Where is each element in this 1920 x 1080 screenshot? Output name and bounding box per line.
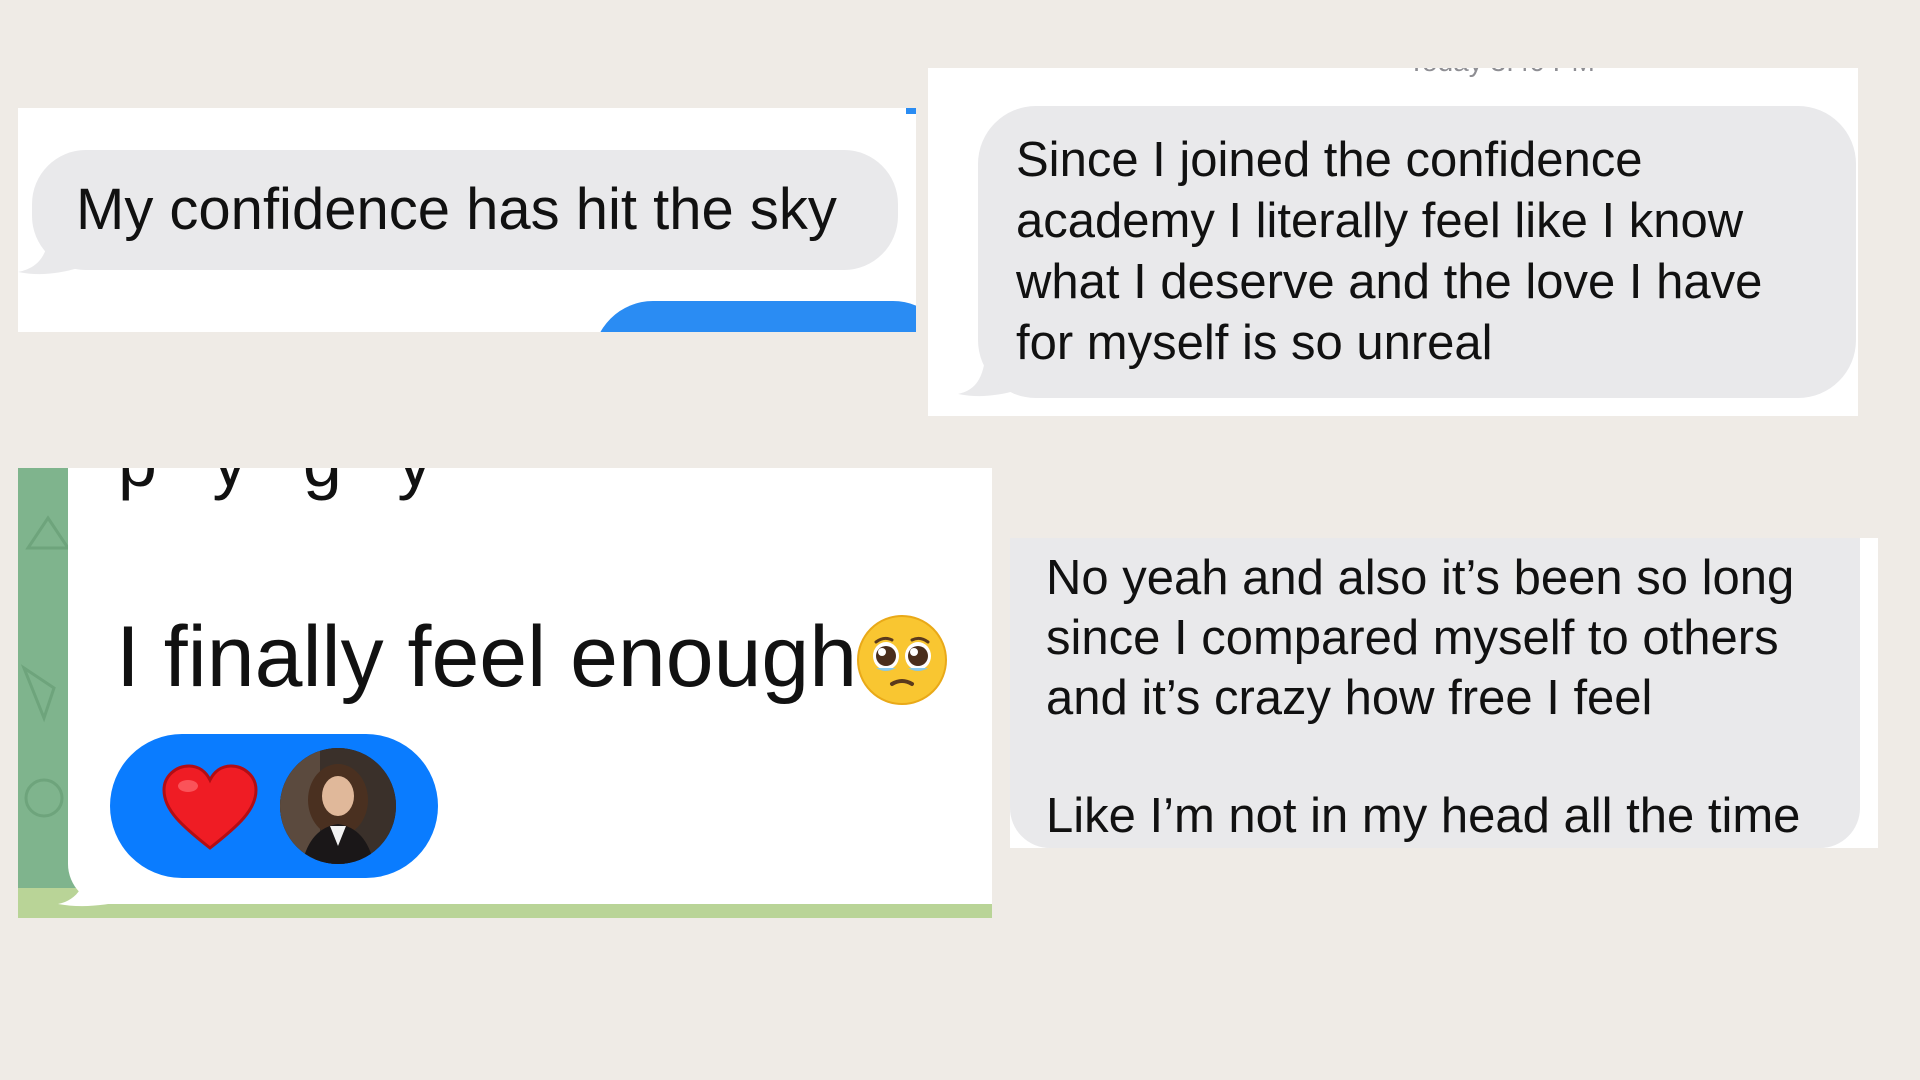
cropped-previous-line: p y g y — [118, 468, 450, 502]
reaction-bubble[interactable] — [110, 734, 438, 878]
message-screenshot-3: p y g y I finally feel enough — [18, 468, 992, 918]
message-line: since I compared myself to others — [1046, 611, 1779, 665]
message-screenshot-1: My confidence has hit the sky — [18, 108, 916, 332]
received-message-bubble: My confidence has hit the sky — [32, 150, 898, 270]
message-line: what I deserve and the love I have — [1016, 255, 1763, 309]
message-text: I finally feel enough — [116, 609, 858, 705]
message-line: Since I joined the confidence — [1016, 133, 1643, 187]
received-message-bubble: No yeah and also it’s been so long since… — [1010, 538, 1860, 848]
red-heart-icon — [162, 764, 258, 850]
message-screenshot-2: Today 3:40 PM Since I joined the confide… — [928, 68, 1858, 416]
bubble-tail — [58, 854, 128, 907]
face-holding-back-tears-icon — [857, 615, 947, 705]
message-line: for myself is so unreal — [1016, 316, 1493, 370]
message-line: No yeah and also it’s been so long — [1046, 551, 1795, 605]
sent-message-bubble-peek — [593, 301, 916, 332]
message-line: Like I’m not in my head all the time — [1046, 789, 1801, 843]
message-screenshot-4: No yeah and also it’s been so long since… — [1010, 538, 1878, 848]
message-text: My confidence has hit the sky — [76, 177, 837, 242]
received-message-bubble: Since I joined the confidence academy I … — [978, 106, 1856, 398]
sent-bubble-corner — [906, 108, 916, 114]
reactor-avatar — [280, 748, 396, 864]
message-timestamp: Today 3:40 PM — [1408, 68, 1595, 78]
message-line: academy I literally feel like I know — [1016, 194, 1744, 248]
message-line: and it’s crazy how free I feel — [1046, 671, 1653, 725]
